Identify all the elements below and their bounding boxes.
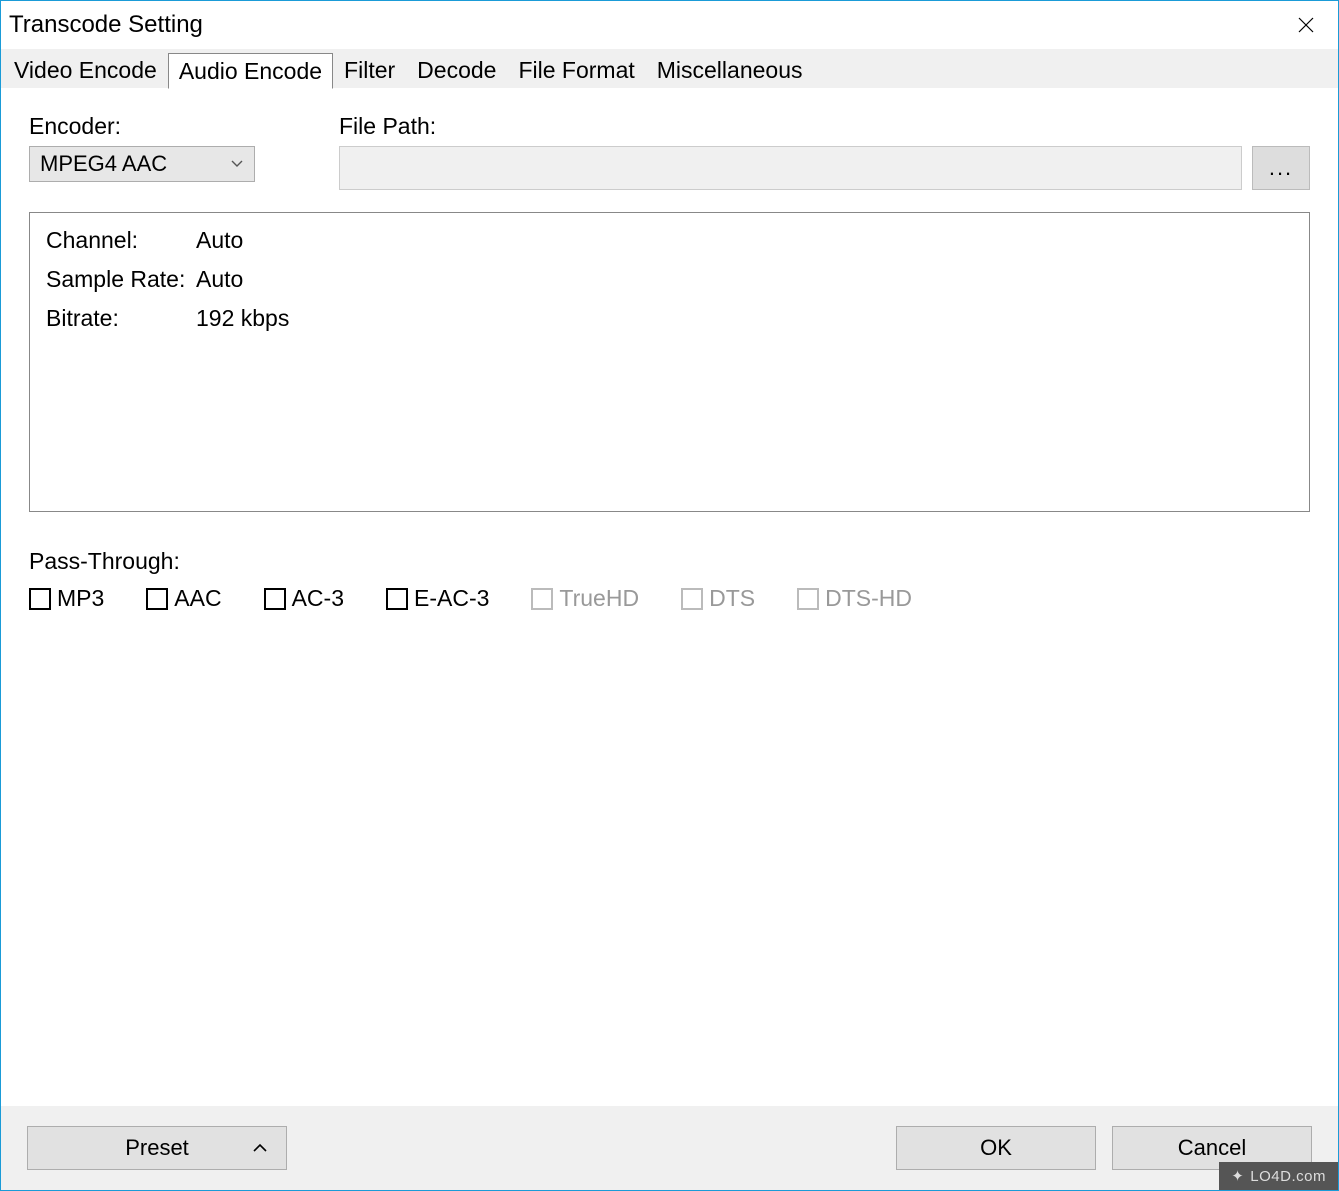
- tab-video-encode[interactable]: Video Encode: [3, 52, 168, 88]
- tab-label: File Format: [518, 57, 634, 84]
- tab-filter[interactable]: Filter: [333, 52, 406, 88]
- filepath-row: ...: [339, 146, 1310, 190]
- checkbox-icon: [29, 588, 51, 610]
- property-key: Bitrate:: [46, 305, 196, 332]
- filepath-column: File Path: ...: [339, 113, 1310, 190]
- check-eac3[interactable]: E-AC-3: [386, 585, 489, 612]
- encoder-column: Encoder: MPEG4 AAC: [29, 113, 299, 182]
- property-value: Auto: [196, 227, 243, 254]
- check-label: AC-3: [292, 585, 344, 612]
- check-label: TrueHD: [559, 585, 639, 612]
- tab-label: Decode: [417, 57, 496, 84]
- property-key: Channel:: [46, 227, 196, 254]
- checkbox-icon: [797, 588, 819, 610]
- tab-decode[interactable]: Decode: [406, 52, 507, 88]
- passthrough-title: Pass-Through:: [29, 548, 1310, 575]
- check-label: DTS-HD: [825, 585, 912, 612]
- check-label: AAC: [174, 585, 221, 612]
- tab-file-format[interactable]: File Format: [507, 52, 645, 88]
- tab-label: Video Encode: [14, 57, 157, 84]
- passthrough-checks: MP3 AAC AC-3 E-AC-3 TrueHD DTS DTS-HD: [29, 585, 1310, 612]
- check-aac[interactable]: AAC: [146, 585, 221, 612]
- checkbox-icon: [531, 588, 553, 610]
- preset-label: Preset: [125, 1135, 189, 1161]
- properties-panel: Channel: Auto Sample Rate: Auto Bitrate:…: [29, 212, 1310, 512]
- titlebar: Transcode Setting: [1, 1, 1338, 49]
- check-mp3[interactable]: MP3: [29, 585, 104, 612]
- chevron-up-icon: [252, 1142, 268, 1154]
- passthrough-section: Pass-Through: MP3 AAC AC-3 E-AC-3 TrueHD…: [29, 548, 1310, 612]
- footer: Preset OK Cancel: [1, 1106, 1338, 1190]
- encoder-value: MPEG4 AAC: [40, 151, 167, 177]
- chevron-down-icon: [230, 159, 244, 169]
- checkbox-icon: [681, 588, 703, 610]
- tabs: Video Encode Audio Encode Filter Decode …: [1, 49, 1338, 89]
- close-button[interactable]: [1282, 5, 1330, 45]
- encoder-label: Encoder:: [29, 113, 299, 140]
- property-value: Auto: [196, 266, 243, 293]
- checkbox-icon: [264, 588, 286, 610]
- check-label: E-AC-3: [414, 585, 489, 612]
- encoder-dropdown[interactable]: MPEG4 AAC: [29, 146, 255, 182]
- filepath-label: File Path:: [339, 113, 1310, 140]
- property-value: 192 kbps: [196, 305, 289, 332]
- tab-label: Audio Encode: [179, 58, 322, 85]
- watermark-text: LO4D.com: [1250, 1168, 1326, 1185]
- close-icon: [1298, 17, 1314, 33]
- check-ac3[interactable]: AC-3: [264, 585, 344, 612]
- row-top: Encoder: MPEG4 AAC File Path: ...: [29, 113, 1310, 190]
- browse-button[interactable]: ...: [1252, 146, 1310, 190]
- ok-label: OK: [980, 1135, 1012, 1161]
- window: Transcode Setting Video Encode Audio Enc…: [0, 0, 1339, 1191]
- tab-audio-encode[interactable]: Audio Encode: [168, 53, 333, 89]
- check-dts: DTS: [681, 585, 755, 612]
- watermark: ✦ LO4D.com: [1219, 1162, 1338, 1190]
- property-row-sample-rate: Sample Rate: Auto: [46, 266, 1293, 293]
- window-title: Transcode Setting: [9, 11, 1282, 39]
- property-row-channel: Channel: Auto: [46, 227, 1293, 254]
- tab-label: Filter: [344, 57, 395, 84]
- checkbox-icon: [146, 588, 168, 610]
- browse-label: ...: [1269, 155, 1293, 181]
- filepath-input[interactable]: [339, 146, 1242, 190]
- watermark-icon: ✦: [1231, 1167, 1244, 1185]
- check-label: DTS: [709, 585, 755, 612]
- tab-label: Miscellaneous: [657, 57, 803, 84]
- check-dtshd: DTS-HD: [797, 585, 912, 612]
- tab-miscellaneous[interactable]: Miscellaneous: [646, 52, 814, 88]
- check-truehd: TrueHD: [531, 585, 639, 612]
- preset-button[interactable]: Preset: [27, 1126, 287, 1170]
- property-key: Sample Rate:: [46, 266, 196, 293]
- checkbox-icon: [386, 588, 408, 610]
- cancel-label: Cancel: [1178, 1135, 1246, 1161]
- ok-button[interactable]: OK: [896, 1126, 1096, 1170]
- property-row-bitrate: Bitrate: 192 kbps: [46, 305, 1293, 332]
- content: Encoder: MPEG4 AAC File Path: ... Channe…: [1, 89, 1338, 1106]
- check-label: MP3: [57, 585, 104, 612]
